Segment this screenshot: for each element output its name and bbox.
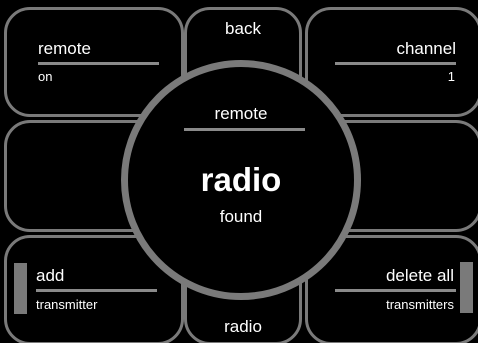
channel-tile-title: channel	[396, 39, 456, 58]
add-tile-title: add	[36, 266, 65, 285]
status-divider	[184, 128, 305, 131]
delete-tile-value: transmitters	[386, 297, 454, 312]
control-screen: remote on back channel 1 add transmitter…	[0, 0, 478, 343]
status-circle: remote radio found	[121, 60, 361, 300]
status-title: radio	[200, 161, 282, 198]
channel-tile-divider	[335, 62, 456, 65]
radio-button-label: radio	[224, 317, 262, 336]
add-tile-divider	[36, 289, 157, 292]
left-scroll-handle[interactable]	[14, 263, 27, 314]
remote-tile-value: on	[38, 69, 53, 84]
add-tile-value: transmitter	[36, 297, 98, 312]
delete-tile-divider	[335, 289, 456, 292]
remote-tile-title: remote	[38, 39, 91, 58]
delete-tile-title: delete all	[385, 266, 454, 285]
status-subtitle: found	[219, 207, 263, 226]
status-header: remote	[214, 104, 268, 123]
remote-tile-divider	[38, 62, 159, 65]
back-button-label: back	[225, 19, 261, 38]
right-scroll-handle[interactable]	[460, 262, 473, 313]
channel-tile-value: 1	[447, 69, 455, 84]
